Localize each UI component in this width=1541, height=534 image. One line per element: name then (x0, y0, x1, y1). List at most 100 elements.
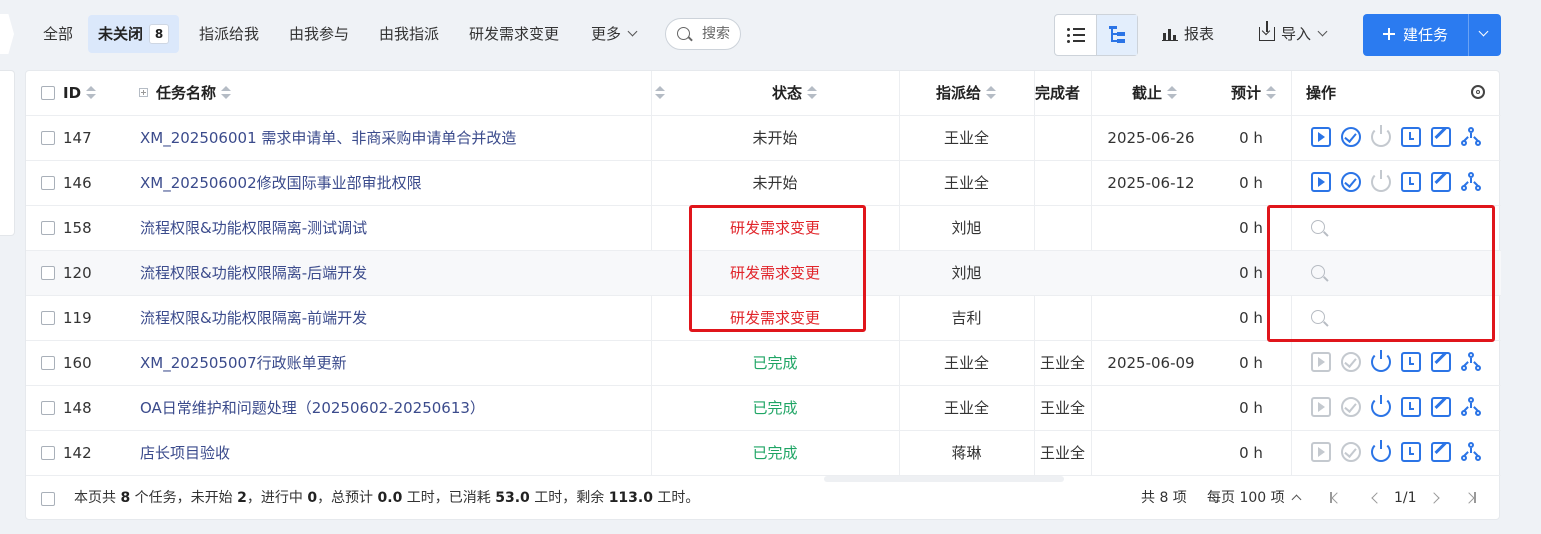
split-task-icon[interactable] (1461, 397, 1481, 417)
prev-page-icon[interactable] (1371, 492, 1383, 504)
start-icon[interactable] (1311, 352, 1331, 372)
task-id: 142 (63, 444, 92, 462)
last-page-icon[interactable] (1463, 492, 1475, 504)
edit-icon[interactable] (1431, 172, 1451, 192)
header-actions: 操作 (1306, 84, 1337, 102)
row-checkbox[interactable] (41, 446, 55, 460)
finish-icon[interactable] (1341, 442, 1361, 462)
import-button[interactable]: 导入 (1259, 15, 1328, 53)
row-checkbox[interactable] (41, 176, 55, 190)
tree-view-button[interactable] (1095, 15, 1137, 55)
table-row[interactable]: 142 店长项目验收 已完成 蒋琳 王业全 0 h (26, 431, 1501, 476)
edit-icon[interactable] (1431, 397, 1451, 417)
tab-assigned-to-me[interactable]: 指派给我 (199, 15, 259, 53)
expand-all-icon[interactable] (139, 88, 148, 97)
edit-icon[interactable] (1431, 352, 1451, 372)
header-status[interactable]: 状态 (772, 71, 818, 115)
log-time-icon[interactable] (1401, 352, 1421, 372)
row-checkbox[interactable] (41, 131, 55, 145)
create-task-dropdown[interactable] (1468, 14, 1502, 56)
log-time-icon[interactable] (1401, 127, 1421, 147)
log-time-icon[interactable] (1401, 442, 1421, 462)
row-checkbox[interactable] (41, 356, 55, 370)
create-task-button[interactable]: 建任务 (1363, 14, 1468, 56)
header-name[interactable]: 任务名称 (139, 71, 232, 115)
task-name-link[interactable]: OA日常维护和问题处理（20250602-20250613） (140, 386, 485, 430)
tab-all[interactable]: 全部 (43, 15, 73, 53)
task-name-link[interactable]: XM_202505007行政账单更新 (140, 341, 347, 385)
column-resize-handle[interactable] (650, 71, 665, 115)
table-row[interactable]: 148 OA日常维护和问题处理（20250602-20250613） 已完成 王业全王… (26, 386, 1501, 431)
task-assignee[interactable]: 刘旭 (899, 251, 1034, 295)
split-task-icon[interactable] (1461, 127, 1481, 147)
task-name-link[interactable]: 流程权限&功能权限隔离-测试调试 (140, 206, 367, 250)
task-deadline (1091, 386, 1211, 430)
finish-icon[interactable] (1341, 127, 1361, 147)
split-task-icon[interactable] (1461, 442, 1481, 462)
sidebar-toggle[interactable] (0, 14, 14, 54)
task-deadline (1091, 206, 1211, 250)
log-time-icon[interactable] (1401, 397, 1421, 417)
tab-more[interactable]: 更多 (591, 15, 638, 53)
table-row[interactable]: 160 XM_202505007行政账单更新 已完成 王业全 王业全 2025-06-09… (26, 341, 1501, 386)
edit-icon[interactable] (1431, 127, 1451, 147)
task-name-link[interactable]: XM_202506001 需求申请单、非商采购申请单合并改造 (140, 116, 516, 160)
edit-icon[interactable] (1431, 442, 1451, 462)
table-row[interactable]: 146 XM_202506002修改国际事业部审批权限 未开始 王业全 2025-06-… (26, 161, 1501, 206)
start-icon[interactable] (1311, 127, 1331, 147)
tab-assigned-by-me[interactable]: 由我指派 (379, 15, 439, 53)
close-task-icon[interactable] (1371, 125, 1391, 147)
close-task-icon[interactable] (1371, 395, 1391, 417)
task-name-link[interactable]: 店长项目验收 (140, 431, 230, 475)
footer-select-checkbox[interactable] (41, 492, 55, 506)
close-task-icon[interactable] (1371, 170, 1391, 192)
header-estimate[interactable]: 预计 (1231, 71, 1277, 115)
start-icon[interactable] (1311, 172, 1331, 192)
finish-icon[interactable] (1341, 172, 1361, 192)
task-id: 158 (63, 219, 92, 237)
split-task-icon[interactable] (1461, 352, 1481, 372)
report-button[interactable]: 报表 (1162, 15, 1214, 53)
task-name-link[interactable]: XM_202506002修改国际事业部审批权限 (140, 161, 422, 205)
header-deadline[interactable]: 截止 (1132, 71, 1178, 115)
per-page-select[interactable]: 每页 100 项 (1207, 476, 1302, 521)
search-button[interactable]: 搜索 (665, 18, 741, 50)
split-task-icon[interactable] (1461, 172, 1481, 192)
row-checkbox[interactable] (41, 221, 55, 235)
log-time-icon[interactable] (1401, 172, 1421, 192)
tab-rd-change[interactable]: 研发需求变更 (469, 15, 559, 53)
row-checkbox[interactable] (41, 311, 55, 325)
list-view-button[interactable] (1055, 15, 1096, 55)
start-icon[interactable] (1311, 442, 1331, 462)
tab-involved[interactable]: 由我参与 (289, 15, 349, 53)
task-assignee[interactable]: 蒋琳 (899, 431, 1034, 475)
task-assignee[interactable]: 王业全 (899, 386, 1034, 430)
finish-icon[interactable] (1341, 352, 1361, 372)
header-finisher[interactable]: 完成者 (1035, 71, 1080, 115)
task-assignee[interactable]: 王业全 (899, 116, 1034, 160)
close-task-icon[interactable] (1371, 350, 1391, 372)
task-assignee[interactable]: 吉利 (899, 296, 1034, 340)
task-name-link[interactable]: 流程权限&功能权限隔离-后端开发 (140, 251, 367, 295)
finish-icon[interactable] (1341, 397, 1361, 417)
task-assignee[interactable]: 刘旭 (899, 206, 1034, 250)
task-id: 146 (63, 174, 92, 192)
sort-icon (1266, 86, 1277, 100)
task-assignee[interactable]: 王业全 (899, 161, 1034, 205)
first-page-icon[interactable] (1331, 492, 1343, 504)
task-estimate: 0 h (1239, 129, 1263, 147)
header-id[interactable]: ID (63, 71, 97, 115)
header-assignee[interactable]: 指派给 (936, 71, 997, 115)
start-icon[interactable] (1311, 397, 1331, 417)
gear-icon[interactable] (1471, 85, 1485, 99)
task-name-link[interactable]: 流程权限&功能权限隔离-前端开发 (140, 296, 367, 340)
select-all-checkbox[interactable] (41, 86, 55, 100)
table-row[interactable]: 147 XM_202506001 需求申请单、非商采购申请单合并改造 未开始 王业全 2… (26, 116, 1501, 161)
next-page-icon[interactable] (1428, 492, 1440, 504)
tab-unclosed[interactable]: 未关闭 8 (88, 15, 180, 53)
close-task-icon[interactable] (1371, 440, 1391, 462)
task-assignee[interactable]: 王业全 (899, 341, 1034, 385)
chevron-up-icon (1291, 494, 1302, 505)
row-checkbox[interactable] (41, 266, 55, 280)
row-checkbox[interactable] (41, 401, 55, 415)
